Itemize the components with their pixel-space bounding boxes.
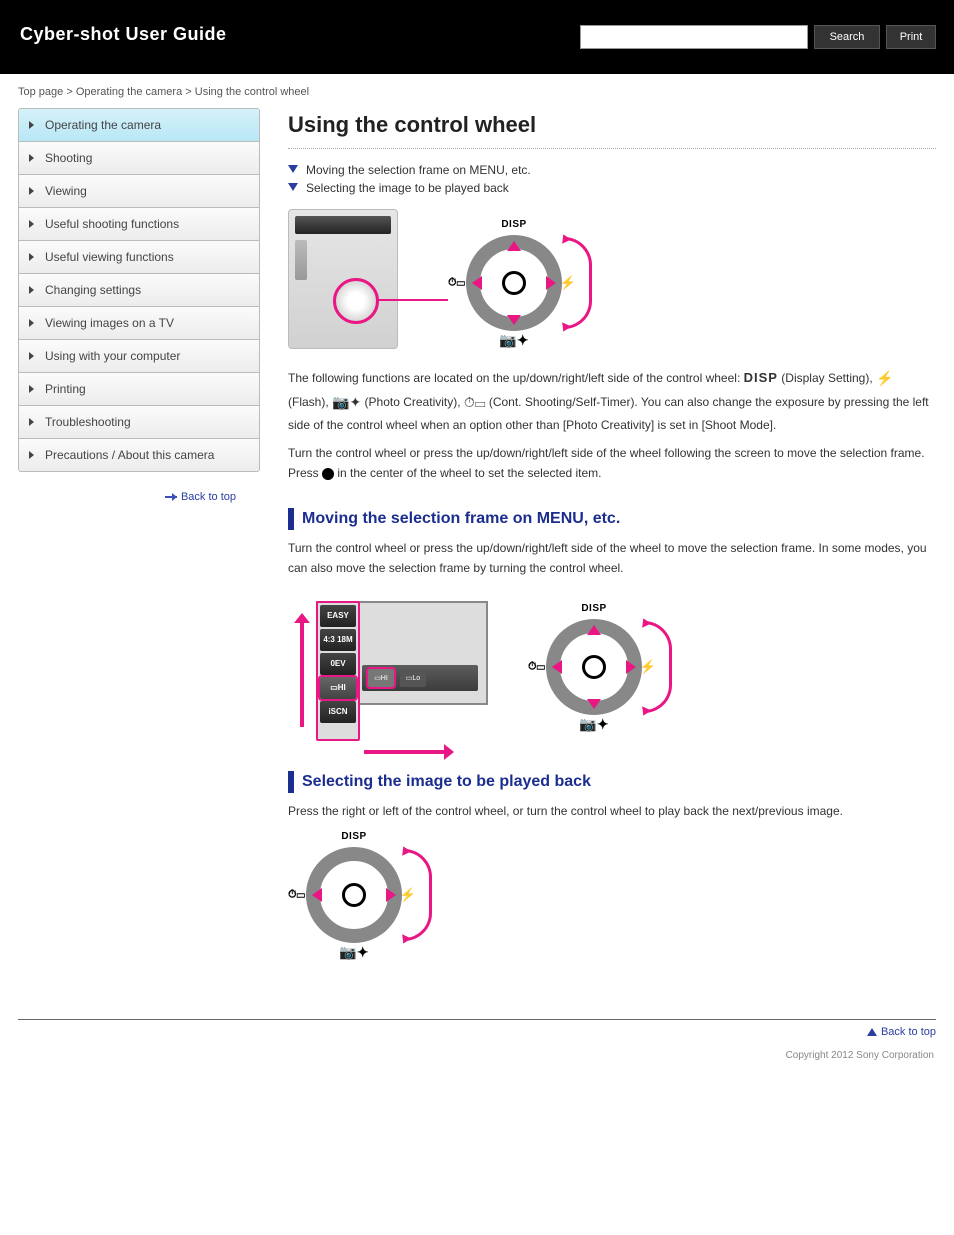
main-content: Using the control wheel Moving the selec…: [288, 108, 936, 969]
arrow-right-icon: [626, 660, 636, 674]
top-bar: Cyber-shot User Guide Search Print: [0, 0, 954, 74]
arrow-left-icon: [312, 888, 322, 902]
sidebar-back-wrap: Back to top: [18, 488, 260, 503]
menu-sub-row: ▭HI ▭Lo: [362, 665, 478, 691]
control-wheel-diagram: DISP ⚡ ⏱▭ 📷✦: [448, 217, 580, 349]
rotate-arrow-icon: [564, 237, 592, 329]
arrow-right-icon: [546, 276, 556, 290]
paragraph-playback: Press the right or left of the control w…: [288, 801, 936, 821]
breadcrumb-section[interactable]: Operating the camera: [76, 86, 182, 98]
rotate-arrow-icon: [644, 621, 672, 713]
jump-link-menu[interactable]: Moving the selection frame on MENU, etc.: [288, 161, 936, 179]
wheel-label-disp: DISP: [581, 603, 606, 614]
sidebar-item-operating[interactable]: Operating the camera: [19, 109, 259, 142]
sidebar-item-useful-view[interactable]: Useful viewing functions: [19, 241, 259, 274]
arrow-up-icon: [507, 241, 521, 251]
photo-creativity-icon: 📷✦: [332, 391, 361, 415]
arrow-left-icon: [472, 276, 482, 290]
back-to-top-bottom-link[interactable]: Back to top: [867, 1026, 936, 1038]
figure-camera-wheel: DISP ⚡ ⏱▭ 📷✦: [288, 209, 588, 359]
sidebar-item-printing[interactable]: Printing: [19, 373, 259, 406]
callout-line-icon: [378, 299, 448, 301]
paragraph-press-center: Turn the control wheel or press the up/d…: [288, 443, 936, 484]
flash-icon: ⚡: [876, 367, 893, 391]
timer-burst-icon: ⏱▭: [448, 277, 465, 290]
arrow-up-icon: [587, 625, 601, 635]
search-input[interactable]: [580, 25, 808, 49]
menu-item-selected: ▭HI: [320, 677, 356, 699]
menu-option-selected: ▭HI: [368, 669, 394, 687]
figure-menu-wheel: EASY 4:3 18M 0EV ▭HI iSCN ▭HI ▭Lo: [288, 587, 936, 747]
breadcrumb-current: Using the control wheel: [195, 86, 309, 98]
sidebar-item-viewing[interactable]: Viewing: [19, 175, 259, 208]
page-title: Using the control wheel: [288, 112, 936, 149]
vertical-arrows-icon: [294, 617, 310, 727]
horizontal-arrows-icon: [364, 745, 450, 759]
sidebar-item-troubleshoot[interactable]: Troubleshooting: [19, 406, 259, 439]
sidebar-item-settings[interactable]: Changing settings: [19, 274, 259, 307]
heading-bar-icon: [288, 771, 294, 793]
arrow-right-icon: [386, 888, 396, 902]
arrow-right-icon: [161, 493, 177, 501]
photo-creativity-icon: 📷✦: [499, 332, 528, 349]
search-group: Search Print: [580, 25, 936, 49]
arrow-down-icon: [507, 315, 521, 325]
heading-playback-select: Selecting the image to be played back: [288, 771, 936, 793]
breadcrumb: Top page > Operating the camera > Using …: [0, 74, 954, 102]
control-wheel-highlight-icon: [333, 278, 379, 324]
wheel-label-disp: DISP: [501, 219, 526, 230]
back-to-top-link[interactable]: Back to top: [161, 491, 236, 503]
heading-bar-icon: [288, 508, 294, 530]
arrow-down-icon: [587, 699, 601, 709]
paragraph-menu-move: Turn the control wheel or press the up/d…: [288, 538, 936, 579]
search-button[interactable]: Search: [814, 25, 880, 49]
menu-item: 4:3 18M: [320, 629, 356, 651]
page-footer-nav: Back to top: [18, 1019, 936, 1038]
heading-menu-frame: Moving the selection frame on MENU, etc.: [288, 508, 936, 530]
sidebar-item-computer[interactable]: Using with your computer: [19, 340, 259, 373]
timer-burst-icon: ⏱▭: [528, 660, 545, 673]
lcd-menu-illustration: EASY 4:3 18M 0EV ▭HI iSCN ▭HI ▭Lo: [288, 587, 498, 747]
arrow-left-icon: [552, 660, 562, 674]
sidebar-item-shooting[interactable]: Shooting: [19, 142, 259, 175]
sidebar-column: Operating the camera Shooting Viewing Us…: [18, 108, 260, 969]
menu-option: ▭Lo: [400, 669, 426, 687]
wheel-label-disp: DISP: [341, 831, 366, 842]
menu-item: EASY: [320, 605, 356, 627]
photo-creativity-icon: 📷✦: [579, 716, 608, 733]
timer-burst-icon: ⏱▭: [464, 391, 486, 415]
paragraph-functions: The following functions are located on t…: [288, 367, 936, 435]
sidebar-nav: Operating the camera Shooting Viewing Us…: [18, 108, 260, 472]
print-button[interactable]: Print: [886, 25, 936, 49]
control-wheel-diagram: DISP ⚡ ⏱▭ 📷✦: [288, 829, 420, 961]
center-button-icon: [322, 468, 334, 480]
menu-item: iSCN: [320, 701, 356, 723]
timer-burst-icon: ⏱▭: [288, 888, 305, 901]
sidebar-item-precautions[interactable]: Precautions / About this camera: [19, 439, 259, 471]
breadcrumb-top[interactable]: Top page: [18, 86, 63, 98]
sidebar-item-tv[interactable]: Viewing images on a TV: [19, 307, 259, 340]
jump-links: Moving the selection frame on MENU, etc.…: [288, 161, 936, 197]
control-wheel-diagram: DISP ⚡ ⏱▭ 📷✦: [528, 601, 660, 733]
figure-playback-wheel: DISP ⚡ ⏱▭ 📷✦: [288, 829, 936, 961]
jump-link-playback[interactable]: Selecting the image to be played back: [288, 179, 936, 197]
sidebar-item-useful-shoot[interactable]: Useful shooting functions: [19, 208, 259, 241]
photo-creativity-icon: 📷✦: [339, 944, 368, 961]
menu-item: 0EV: [320, 653, 356, 675]
app-title: Cyber-shot User Guide: [20, 24, 227, 45]
copyright: Copyright 2012 Sony Corporation: [0, 1046, 954, 1081]
rotate-arrow-icon: [404, 849, 432, 941]
camera-body-illustration: [288, 209, 398, 349]
disp-icon: DISP: [744, 370, 778, 385]
